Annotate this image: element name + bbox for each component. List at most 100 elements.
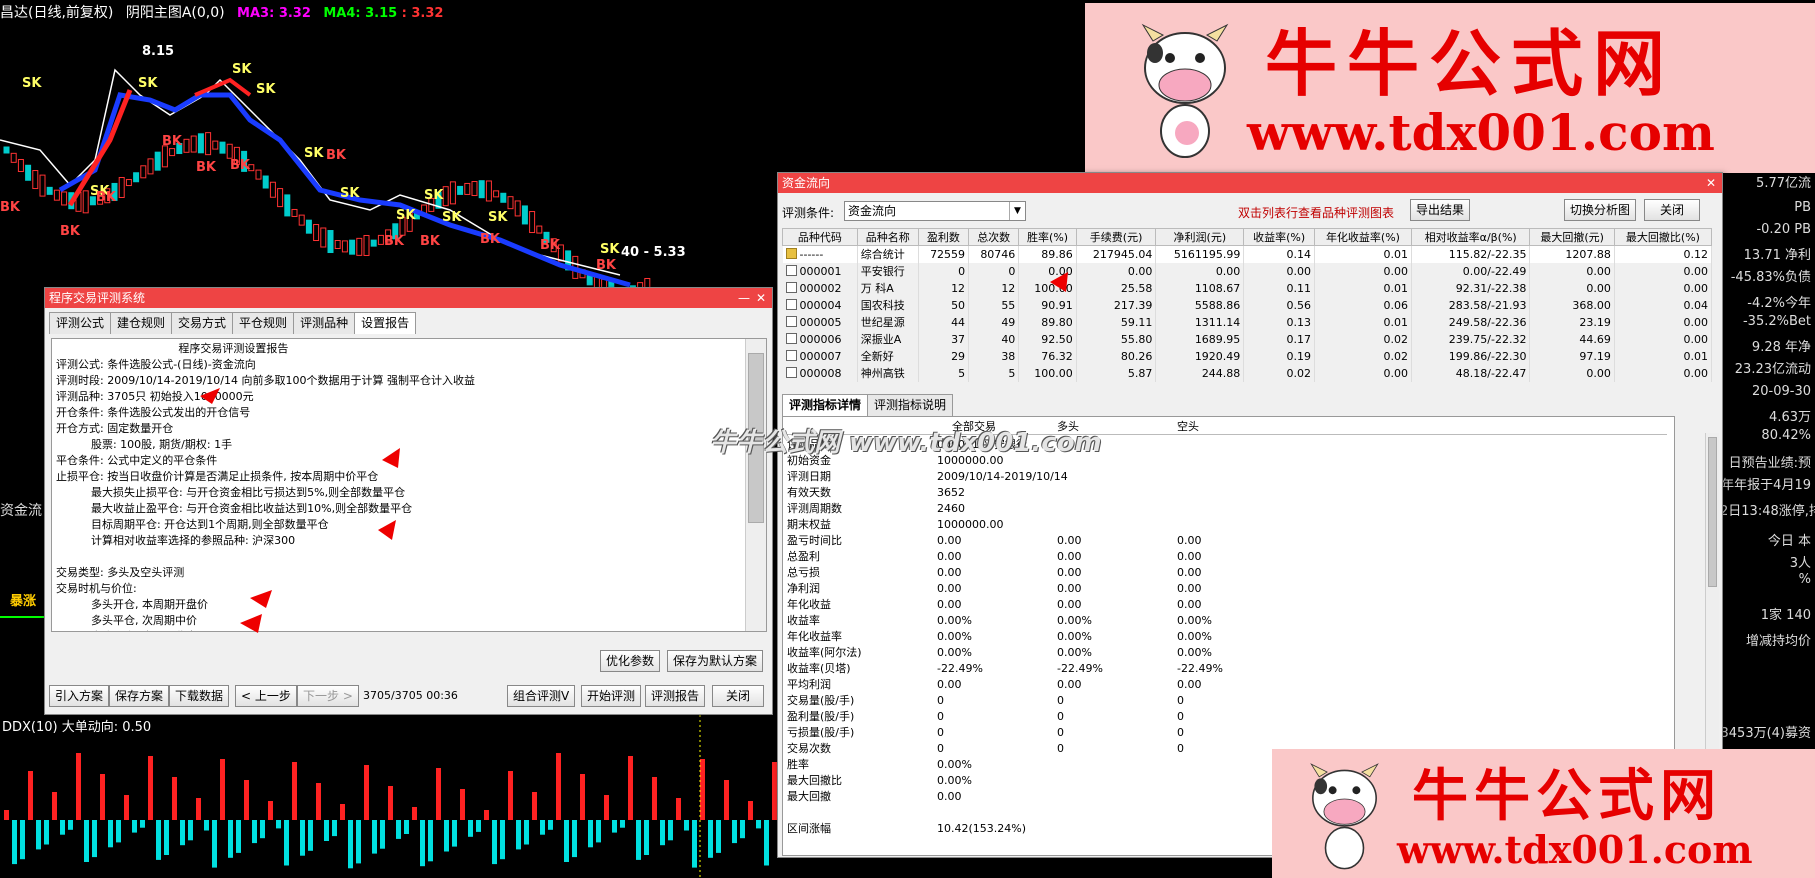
tab-detail[interactable]: 评测指标详情 bbox=[782, 394, 869, 416]
close-eval-button[interactable]: 关闭 bbox=[712, 685, 764, 707]
close-icon[interactable]: ✕ bbox=[1706, 173, 1716, 193]
cell-value: 5 bbox=[958, 366, 966, 380]
column-header[interactable]: 总次数 bbox=[968, 228, 1020, 246]
tab-explain[interactable]: 评测指标说明 bbox=[867, 394, 954, 416]
report-text: 程序交易评测设置报告 评测公式: 条件选股公式-(日线)-资金流向 评测时段: 20… bbox=[51, 338, 767, 632]
report-scrollbar[interactable] bbox=[745, 339, 766, 631]
table-row[interactable]: 000001 平安银行 0 0 0.00 0.00 0.00 0.00 0.00 0.00/-22… bbox=[782, 262, 1713, 280]
detail-value: -22.49% bbox=[937, 662, 983, 675]
tab-3[interactable]: 平仓规则 bbox=[232, 312, 295, 334]
close-icon[interactable]: ✕ bbox=[756, 288, 766, 308]
checkbox[interactable] bbox=[785, 281, 797, 293]
column-header[interactable]: 品种名称 bbox=[856, 228, 919, 246]
candle bbox=[169, 148, 176, 157]
column-header[interactable]: 收益率(%) bbox=[1243, 228, 1315, 246]
column-header[interactable]: 相对收益率α/β(%) bbox=[1410, 228, 1531, 246]
detail-value: 0 bbox=[937, 694, 944, 707]
table-row[interactable]: 000005 世纪星源 44 49 89.80 59.11 1311.14 0.13 0.01 2… bbox=[782, 313, 1713, 331]
download-data-button[interactable]: 下载数据 bbox=[169, 685, 230, 707]
tab-4[interactable]: 评测品种 bbox=[293, 312, 356, 334]
right-info-value: -35.2%Bet bbox=[1742, 314, 1811, 329]
optimize-params-button[interactable]: 优化参数 bbox=[600, 650, 661, 672]
ddx-bar bbox=[316, 783, 321, 820]
checkbox[interactable] bbox=[785, 298, 797, 310]
table-row[interactable]: 000006 深振业A 37 40 92.50 55.80 1689.95 0.17 0.02 2… bbox=[782, 330, 1713, 348]
ddx-bar bbox=[684, 820, 689, 831]
cell-value: 综合统计 bbox=[860, 248, 905, 262]
switch-chart-button[interactable]: 切换分析图 bbox=[1564, 199, 1637, 221]
table-cell: 115.82/-22.35 bbox=[1411, 245, 1531, 263]
minimize-icon[interactable]: — bbox=[738, 288, 750, 308]
report-line: 评测公式: 条件选股公式-(日线)-资金流向 bbox=[56, 358, 256, 371]
eval-system-window[interactable]: 程序交易评测系统 — ✕ 评测公式 建仓规则 交易方式 平仓规则 评测品种 设置报告 程序… bbox=[44, 287, 773, 715]
result-table[interactable]: 品种代码 品种名称 盈利数 总次数 胜率(%) 手续费(元) 净利润(元) 收益率(%) 年化收… bbox=[782, 228, 1713, 382]
checkbox[interactable] bbox=[785, 349, 797, 361]
tab-0[interactable]: 评测公式 bbox=[49, 312, 112, 334]
cell-value: 0.06 bbox=[1383, 298, 1408, 312]
close-flow-button[interactable]: 关闭 bbox=[1644, 199, 1700, 221]
ddx-bar bbox=[108, 820, 113, 848]
column-header[interactable]: 胜率(%) bbox=[1018, 228, 1077, 246]
candle bbox=[147, 158, 154, 175]
ddx-bar bbox=[500, 820, 505, 860]
ma3-value: MA3: 3.32 bbox=[237, 6, 311, 21]
export-button[interactable]: 导出结果 bbox=[1410, 199, 1471, 221]
next-step-button[interactable]: 下一步 > bbox=[297, 685, 359, 707]
table-cell: 000008 bbox=[782, 364, 858, 382]
table-cell: 0.00 bbox=[1614, 262, 1713, 280]
ddx-bar bbox=[556, 753, 561, 820]
candle bbox=[457, 185, 464, 195]
column-header[interactable]: 最大回撤(元) bbox=[1529, 228, 1615, 246]
checkbox[interactable] bbox=[785, 366, 797, 378]
indicator-name[interactable]: 阴阳主图A(0,0) bbox=[126, 5, 225, 21]
save-default-button[interactable]: 保存为默认方案 bbox=[667, 650, 764, 672]
table-row[interactable]: 000004 国农科技 50 55 90.91 217.39 5588.86 0.56 0.06… bbox=[782, 296, 1713, 314]
table-cell: 80746 bbox=[968, 245, 1020, 263]
start-eval-button[interactable]: 开始评测 bbox=[581, 685, 642, 707]
table-cell: 368.00 bbox=[1529, 296, 1615, 314]
table-row[interactable]: 000008 神州高铁 5 5 100.00 5.87 244.88 0.02 0.00 48.1… bbox=[782, 364, 1713, 382]
cell-value: 368.00 bbox=[1572, 298, 1611, 312]
ad-banner-bottom[interactable]: 牛牛公式网 www.tdx001.com bbox=[1272, 749, 1815, 878]
table-row[interactable]: ------ 综合统计 72559 80746 89.86 217945.04 516119… bbox=[782, 245, 1713, 263]
column-header[interactable]: 手续费(元) bbox=[1075, 228, 1157, 246]
cell-value: 000007 bbox=[799, 349, 842, 363]
candle bbox=[205, 132, 212, 156]
ddx-bar bbox=[668, 820, 673, 841]
table-cell: 0.00 bbox=[1529, 279, 1615, 297]
eval-window-titlebar[interactable]: 程序交易评测系统 — ✕ bbox=[45, 288, 772, 308]
ddx-bar bbox=[604, 795, 609, 820]
combo-eval-button[interactable]: 组合评测V bbox=[507, 685, 576, 707]
import-plan-button[interactable]: 引入方案 bbox=[49, 685, 110, 707]
table-cell: 0.01 bbox=[1314, 279, 1412, 297]
checkbox[interactable] bbox=[785, 332, 797, 344]
ddx-bar bbox=[636, 820, 641, 860]
cell-value: ------ bbox=[799, 247, 824, 261]
condition-select[interactable]: 资金流向 ▼ bbox=[844, 201, 1026, 221]
chevron-down-icon[interactable]: ▼ bbox=[1009, 202, 1025, 220]
save-plan-button[interactable]: 保存方案 bbox=[109, 685, 170, 707]
column-header[interactable]: 盈利数 bbox=[917, 228, 970, 246]
column-header[interactable]: 最大回撤比(%) bbox=[1613, 228, 1713, 246]
column-header[interactable]: 净利润(元) bbox=[1155, 228, 1245, 246]
checkbox[interactable] bbox=[785, 315, 797, 327]
detail-scroll-thumb[interactable] bbox=[1708, 437, 1717, 587]
column-header[interactable]: 品种代码 bbox=[782, 228, 858, 246]
checkbox[interactable] bbox=[785, 264, 797, 276]
eval-report-button[interactable]: 评测报告 bbox=[645, 685, 706, 707]
report-line: 最大损失止损平仓: 与开仓资金相比亏损达到5%,则全部数量平仓 bbox=[56, 486, 406, 499]
flow-window-titlebar[interactable]: 资金流向 ✕ bbox=[778, 173, 1722, 193]
table-row[interactable]: 000007 全新好 29 38 76.32 80.26 1920.49 0.19 0.02 19… bbox=[782, 347, 1713, 365]
tab-5[interactable]: 设置报告 bbox=[354, 312, 417, 334]
folder-icon[interactable] bbox=[785, 247, 797, 259]
ad-banner-top[interactable]: 牛牛公式网 www.tdx001.com bbox=[1085, 3, 1815, 173]
ddx-bar bbox=[612, 820, 617, 833]
tab-2[interactable]: 交易方式 bbox=[171, 312, 234, 334]
detail-value: 0.00% bbox=[1057, 646, 1092, 659]
table-row[interactable]: 000002 万 科A 12 12 100.00 25.58 1108.67 0.11 0.01… bbox=[782, 279, 1713, 297]
prev-step-button[interactable]: < 上一步 bbox=[235, 685, 297, 707]
tab-1[interactable]: 建仓规则 bbox=[110, 312, 173, 334]
column-header[interactable]: 年化收益率(%) bbox=[1313, 228, 1412, 246]
candle bbox=[61, 191, 68, 206]
ddx-bar bbox=[204, 820, 209, 831]
